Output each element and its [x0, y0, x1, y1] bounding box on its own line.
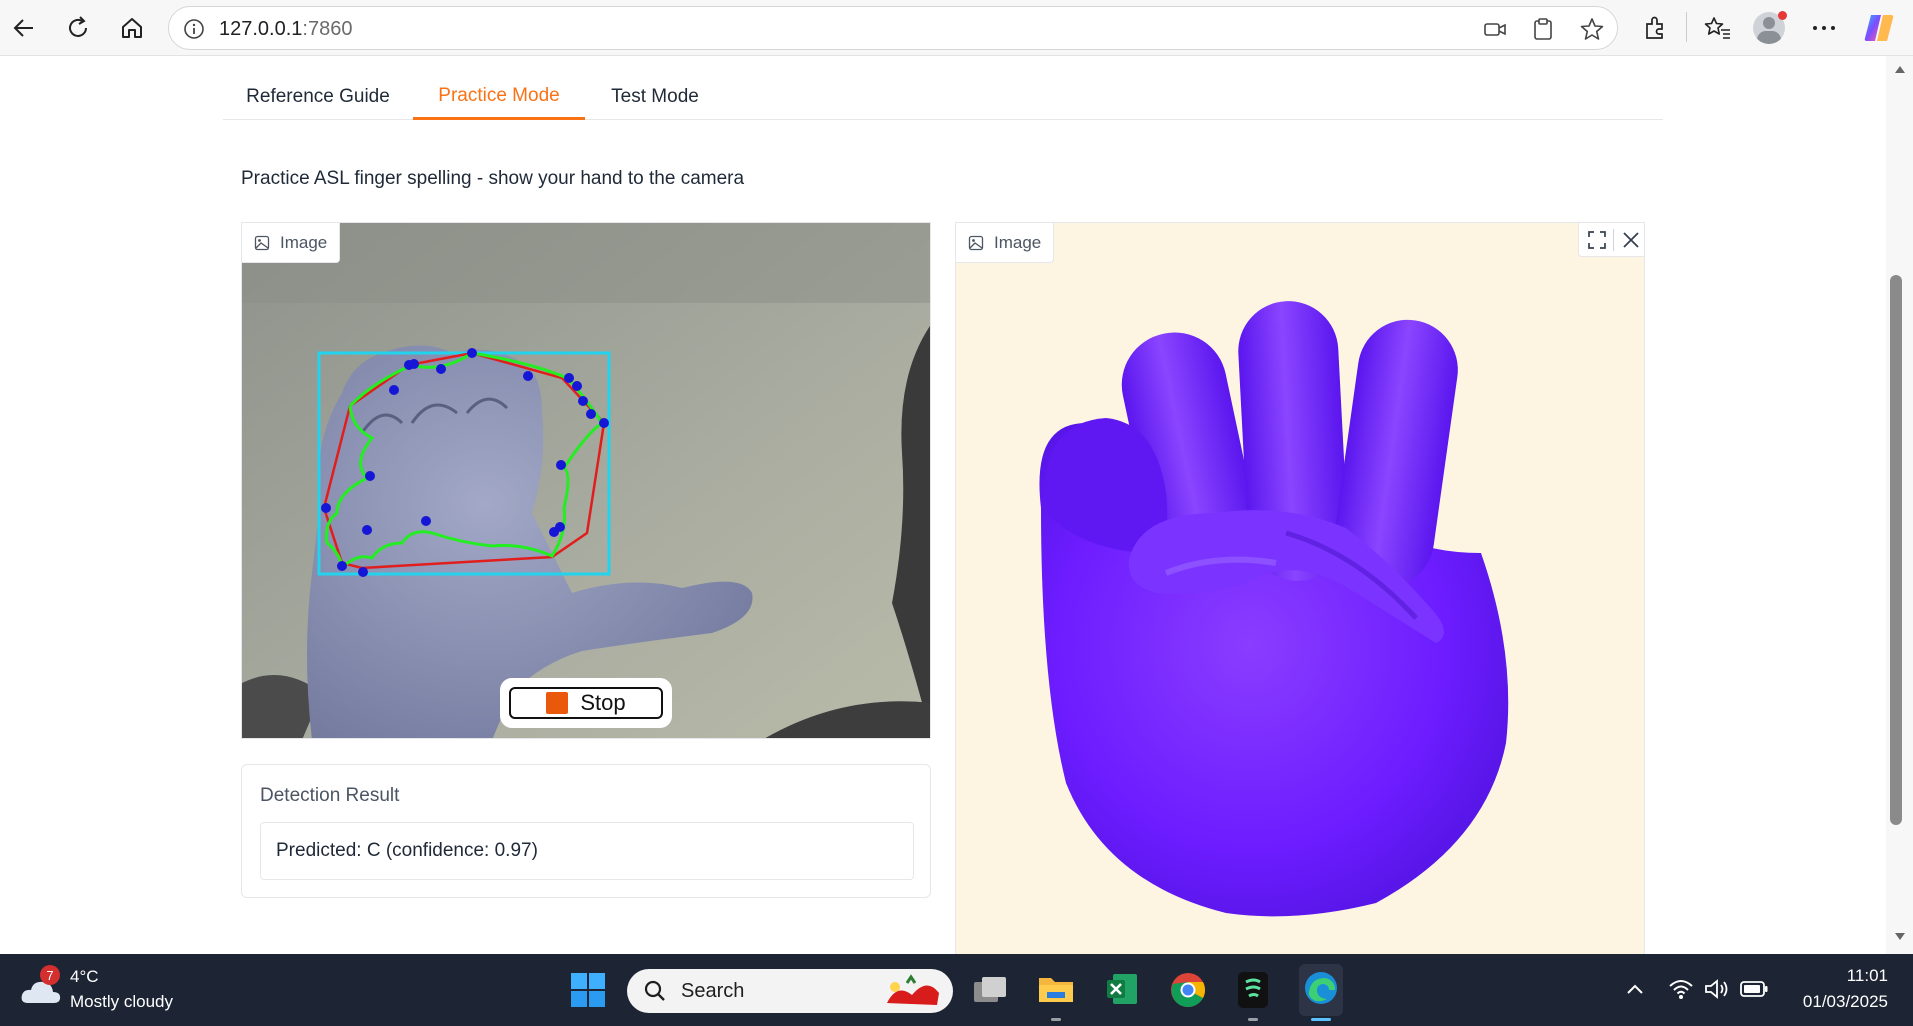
toolbar-divider — [1686, 12, 1687, 42]
image-controls — [1578, 223, 1644, 257]
stop-button-container: Stop — [500, 678, 672, 728]
tab-test-mode[interactable]: Test Mode — [585, 74, 725, 120]
avatar-head — [1763, 17, 1775, 29]
mode-tabs: Reference Guide Practice Mode Test Mode — [223, 74, 1663, 120]
volume-icon[interactable] — [1704, 978, 1730, 1000]
detection-result-value: Predicted: C (confidence: 0.97) — [276, 840, 538, 861]
search-highlight-icon — [887, 974, 939, 1005]
scrollbar-thumb[interactable] — [1890, 275, 1902, 825]
webcam-image-label: Image — [242, 223, 341, 263]
stop-square-icon — [546, 692, 569, 714]
search-icon — [644, 980, 665, 1001]
excel-icon[interactable] — [1105, 972, 1139, 1006]
chrome-icon[interactable] — [1170, 972, 1206, 1008]
weather-badge: 7 — [40, 965, 60, 985]
copilot-icon[interactable] — [1862, 11, 1896, 45]
more-menu-icon[interactable] — [1810, 20, 1838, 36]
hand-model-image-label-text: Image — [994, 232, 1042, 252]
tab-reference-guide[interactable]: Reference Guide — [223, 74, 413, 120]
app-running-indicator — [1248, 1018, 1258, 1021]
practice-description: Practice ASL finger spelling - show your… — [241, 168, 745, 189]
clock-date[interactable]: 01/03/2025 — [1780, 992, 1888, 1012]
scroll-down-arrow-icon[interactable] — [1894, 932, 1906, 942]
taskbar-search-box[interactable]: Search — [627, 969, 953, 1013]
detection-result-label: Detection Result — [260, 785, 400, 806]
weather-description[interactable]: Mostly cloudy — [70, 992, 173, 1012]
hand-model-image-panel[interactable]: Image — [955, 222, 1645, 954]
webcam-image-panel[interactable]: Image — [241, 222, 931, 739]
wifi-icon[interactable] — [1668, 978, 1694, 1000]
search-placeholder: Search — [681, 980, 745, 1002]
clock-time[interactable]: 11:01 — [1790, 966, 1888, 986]
extensions-icon[interactable] — [1642, 15, 1668, 41]
detection-result-field[interactable]: Predicted: C (confidence: 0.97) — [260, 822, 914, 880]
close-icon[interactable] — [1621, 230, 1641, 250]
favorites-list-icon[interactable] — [1704, 15, 1732, 41]
address-bar[interactable]: 127.0.0.1:7860 — [168, 6, 1618, 50]
task-view-icon[interactable] — [972, 974, 1010, 1006]
image-icon — [968, 235, 984, 250]
battery-icon[interactable] — [1740, 980, 1768, 998]
webcam-frame — [242, 223, 930, 738]
app-icon[interactable] — [1236, 970, 1270, 1010]
back-button[interactable] — [6, 10, 42, 46]
edge-icon[interactable] — [1303, 970, 1339, 1006]
windows-taskbar: 7 4°C Mostly cloudy Search 11:01 01/03/2… — [0, 954, 1913, 1026]
hand-model-image-label: Image — [956, 223, 1055, 263]
webcam-image-label-text: Image — [280, 232, 328, 252]
fullscreen-icon[interactable] — [1587, 230, 1607, 250]
reload-icon — [69, 16, 87, 37]
file-explorer-icon[interactable] — [1037, 972, 1075, 1006]
scroll-up-arrow-icon[interactable] — [1894, 64, 1906, 74]
browser-toolbar: 127.0.0.1:7860 — [0, 0, 1913, 56]
detection-result-box: Detection Result Predicted: C (confidenc… — [241, 764, 931, 898]
home-icon — [122, 18, 142, 38]
weather-badge-text: 7 — [46, 967, 54, 983]
url-port: :7860 — [302, 18, 353, 40]
url-host: 127.0.0.1 — [219, 18, 303, 40]
chevron-up-icon[interactable] — [1626, 982, 1644, 996]
tab-practice-mode[interactable]: Practice Mode — [413, 74, 585, 120]
controls-divider — [1613, 229, 1614, 251]
url-text[interactable]: 127.0.0.1:7860 — [219, 18, 352, 41]
back-arrow-icon — [13, 19, 33, 37]
file-explorer-running-indicator — [1051, 1018, 1061, 1021]
clipboard-icon[interactable] — [1532, 17, 1554, 41]
weather-temperature[interactable]: 4°C — [70, 967, 99, 987]
stop-button[interactable]: Stop — [509, 687, 663, 719]
home-button[interactable] — [114, 10, 150, 46]
avatar-body — [1757, 31, 1781, 44]
stop-button-label: Stop — [580, 690, 626, 715]
favorite-star-icon[interactable] — [1579, 16, 1605, 42]
image-icon — [254, 235, 270, 250]
reload-button[interactable] — [60, 10, 96, 46]
profile-notification-dot — [1778, 11, 1787, 20]
camera-in-use-icon[interactable] — [1483, 18, 1507, 40]
edge-running-indicator — [1311, 1018, 1331, 1021]
site-info-icon[interactable] — [183, 18, 205, 40]
hand-model-render — [1039, 301, 1509, 917]
windows-start-icon[interactable] — [570, 972, 606, 1008]
